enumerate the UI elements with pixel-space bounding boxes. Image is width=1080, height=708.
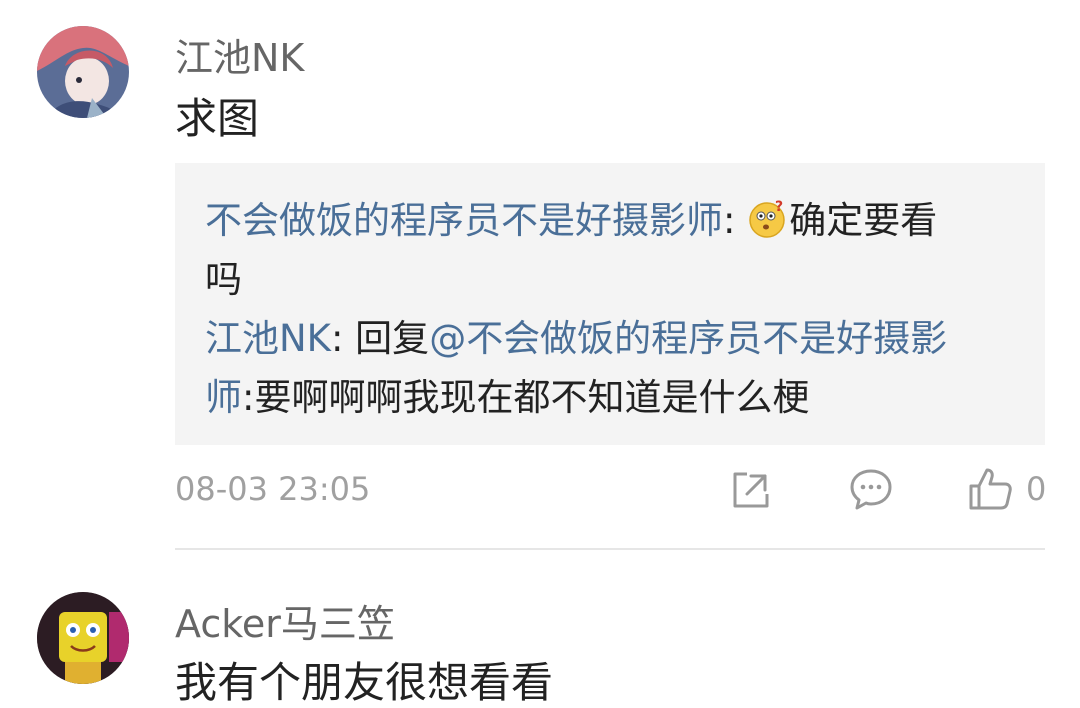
reply-mention-continued[interactable]: 师 (205, 376, 242, 419)
reply-author[interactable]: 江池NK (205, 317, 331, 360)
comment-username[interactable]: 江池NK (175, 36, 304, 80)
confused-face-emoji-icon: ? (747, 199, 787, 239)
comment-meta: 08-03 23:05 0 (175, 466, 1047, 512)
thumbs-up-icon (969, 468, 1012, 510)
comment-item: 江池NK 求图 不会做饭的程序员不是好摄影师: ? 确定要看吗 江池NK: 回复@… (0, 0, 1080, 550)
reply-text: 确定要看 (789, 199, 938, 242)
like-count: 0 (1026, 470, 1047, 508)
reply-text: :要啊啊啊我现在都不知道是什么梗 (242, 376, 810, 419)
comment-timestamp: 08-03 23:05 (175, 470, 371, 508)
comment-item: Acker马三笠 我有个朋友很想看看 (0, 550, 1080, 707)
reply-author[interactable]: 不会做饭的程序员不是好摄影师 (205, 199, 723, 242)
reply-button[interactable] (848, 466, 894, 512)
comment-text: 求图 (175, 94, 260, 143)
like-button[interactable] (967, 466, 1015, 512)
avatar[interactable] (37, 592, 129, 684)
svg-text:?: ? (775, 199, 783, 215)
share-icon (733, 472, 769, 508)
reply-text-continued: 吗 (205, 258, 242, 301)
reply-thread[interactable]: 不会做饭的程序员不是好摄影师: ? 确定要看吗 江池NK: 回复@不会做饭的程序员… (175, 163, 1045, 445)
share-button[interactable] (729, 466, 773, 512)
comment-bubble-icon (850, 469, 892, 510)
avatar[interactable] (37, 26, 129, 118)
reply-mention[interactable]: @不会做饭的程序员不是好摄影 (429, 317, 947, 360)
reply-item: 江池NK: 回复@不会做饭的程序员不是好摄影师:要啊啊啊我现在都不知道是什么梗 (205, 309, 1015, 427)
reply-separator: : (723, 199, 748, 242)
reply-separator: : 回复 (330, 317, 430, 360)
reply-item: 不会做饭的程序员不是好摄影师: ? 确定要看吗 (205, 191, 1015, 309)
comment-username[interactable]: Acker马三笠 (175, 602, 395, 646)
comment-text: 我有个朋友很想看看 (175, 658, 554, 707)
